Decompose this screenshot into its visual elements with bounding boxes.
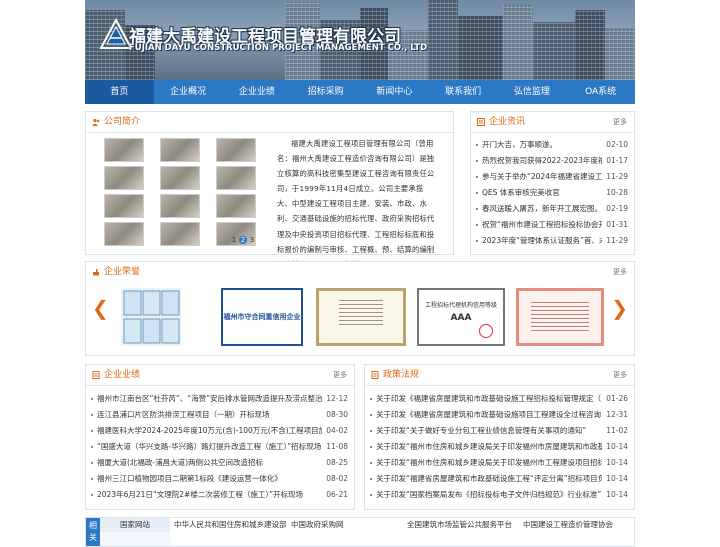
related-links-table: 相关 国家网站 中华人民共和国住房和城乡建设部 中国政府采购网 全国建筑市场监管… [85,517,635,547]
news-icon [477,118,485,126]
list-item[interactable]: 连江县浦口片区防洪排涝工程项目（一期）开标现场 08-30 [86,407,354,423]
certificate-title: 福州市守合同重信用企业 [223,313,301,321]
news-title: 企业资讯 [489,117,526,127]
list-item[interactable]: 关于印发“福州市住房和城乡建设局关于印发福州市工程建设项目招标... 10-14 [365,455,634,471]
law-list: 关于印发《福建省房屋建筑和市政基础设施工程招标投标管理规定（... 01-26 关… [365,391,634,503]
pager-2[interactable]: 2 [239,236,247,244]
list-item[interactable]: QES 体系审核完美收官 10-28 [471,185,634,201]
logo-english-name: FUJIAN DAYU CONSTRUCTION PROJECT MANAGEM… [129,43,428,53]
performance-list: 福州市江南台区“杜芬芮”、“海赞”安后排水管网改造提升及涝点整治工... 12-1… [86,391,354,503]
link-mohurd[interactable]: 中华人民共和国住房和城乡建设部 [174,518,287,532]
list-item[interactable]: 祝贺“福州市建设工程招标投标协会开... 01-31 [471,217,634,233]
list-item[interactable]: 关于印发《福建省房屋建筑和市政基础设施项目工程建设全过程咨询... 12-31 [365,407,634,423]
list-item[interactable]: 热烈祝贺我司获得2022-2023年度福... 01-17 [471,153,634,169]
news-header: 企业资讯 更多 [471,112,634,133]
list-item[interactable]: 春风送暖入屠苏，新年开工展宏图。 02-19 [471,201,634,217]
nav-supervision[interactable]: 弘信监理 [498,80,567,104]
company-news-panel: 企业资讯 更多 开门大吉，万事顺遂。 02-10 热烈祝贺我司获得2022-202… [470,111,635,255]
main-nav: 首页 企业概况 企业业绩 招标采购 新闻中心 联系我们 弘信监理 OA系统 [85,80,635,104]
carousel-prev-arrow[interactable]: ❮ [92,298,109,318]
document-icon [92,371,100,379]
list-item[interactable]: 关于印发“福州市住房和城乡建设局关于印发福州市房屋建筑和市政基... 10-14 [365,439,634,455]
list-item[interactable]: “国盛大道（华兴支路-华兴路）路灯提升改造工程（施工）”招标现场 11-08 [86,439,354,455]
links-category: 国家网站 [100,518,170,532]
gallery-photo[interactable] [216,138,256,162]
gallery-photo[interactable] [160,194,200,218]
law-more-link[interactable]: 更多 [613,365,627,385]
list-item[interactable]: 福建医科大学2024-2025年度10万元(含)-100万元(不含)工程项目施工… [86,423,354,439]
honor-certificate[interactable] [516,288,604,346]
header-banner: 福建大禹建设工程项目管理有限公司 FUJIAN DAYU CONSTRUCTIO… [85,0,635,80]
nav-contact[interactable]: 联系我们 [429,80,498,104]
list-item[interactable]: 关于印发“关于做好专业分包工程业绩信息管理有关事项的通知” 11-02 [365,423,634,439]
carousel-next-arrow[interactable]: ❯ [611,298,628,318]
honor-certificate[interactable]: 工程招标代理机构信用等级 AAA [417,288,505,346]
gallery-photo[interactable] [104,138,144,162]
nav-performance[interactable]: 企业业绩 [223,80,292,104]
list-item[interactable]: 福州三江口植物园项目二期第1标段《建设运营一体化》 08-02 [86,471,354,487]
list-item[interactable]: 关于印发“国家档案局发布《招标投标电子文件归档规范》行业标准” 10-14 [365,487,634,503]
pager-1[interactable]: 1 [230,236,238,244]
gallery-photo[interactable] [104,194,144,218]
list-item[interactable]: 关于印发《福建省房屋建筑和市政基础设施工程招标投标管理规定（... 01-26 [365,391,634,407]
certificate-title: 工程招标代理机构信用等级 [424,302,497,309]
law-header: 政策法规 更多 [365,365,634,386]
honor-certificate[interactable] [121,288,181,346]
list-item[interactable]: 关于印发“福建省房屋建筑和市政基础设施工程“评定分离”招标项目负... 10-14 [365,471,634,487]
gallery-photo[interactable] [216,194,256,218]
nav-about[interactable]: 企业概况 [154,80,223,104]
honor-certificate[interactable] [316,288,406,346]
policy-regulations-panel: 政策法规 更多 关于印发《福建省房屋建筑和市政基础设施工程招标投标管理规定（..… [364,364,635,510]
gallery-photo[interactable] [160,166,200,190]
hand-point-icon [93,269,99,276]
performance-more-link[interactable]: 更多 [333,365,347,385]
news-more-link[interactable]: 更多 [613,112,627,132]
profile-title: 公司简介 [104,117,141,127]
pager-3[interactable]: 3 [248,236,256,244]
profile-intro-text: 福建大禹建设工程项目管理有限公司（曾用名：福州大禹建设工程造价咨询有限公司）是独… [277,139,435,269]
certificate-grade: AAA [450,313,472,323]
honors-title: 企业荣誉 [104,267,141,277]
company-performance-panel: 企业业绩 更多 福州市江南台区“杜芬芮”、“海赞”安后排水管网改造提升及涝点整治… [85,364,355,510]
list-item[interactable]: 福州市江南台区“杜芬芮”、“海赞”安后排水管网改造提升及涝点整治工... 12-1… [86,391,354,407]
gallery-photo[interactable] [104,222,144,246]
law-title: 政策法规 [383,370,420,380]
gallery-pager: 123 [229,236,256,244]
list-item[interactable]: 2023年6月21日“文理院2#楼二次装修工程（施工）”开标现场 06-21 [86,487,354,503]
nav-home[interactable]: 首页 [85,80,154,104]
list-item[interactable]: 开门大吉，万事顺遂。 02-10 [471,137,634,153]
certificate-image [123,290,180,344]
nav-oa[interactable]: OA系统 [566,80,635,104]
links-side-label: 相关 [86,518,100,546]
link-ceca[interactable]: 中国建设工程造价管理协会 [523,518,613,532]
link-ccgp[interactable]: 中国政府采购网 [291,518,344,532]
honors-more-link[interactable]: 更多 [613,262,627,282]
honors-header: 企业荣誉 更多 [86,262,634,282]
people-icon [92,118,100,126]
gallery-photo[interactable] [216,166,256,190]
link-jzsc[interactable]: 全国建筑市场监管公共服务平台 [407,518,512,532]
nav-news[interactable]: 新闻中心 [360,80,429,104]
nav-bidding[interactable]: 招标采购 [291,80,360,104]
gallery-photo[interactable] [104,166,144,190]
news-list: 开门大吉，万事顺遂。 02-10 热烈祝贺我司获得2022-2023年度福... 0… [471,137,634,249]
document-icon [371,371,379,379]
company-honors-panel: 企业荣誉 更多 ❮ ❯ 福州市守合同重信用企业 工程招标代理机构信用等级 AAA [85,261,635,356]
list-item[interactable]: 参与关于举办“2024年福建省建设工... 11-29 [471,169,634,185]
performance-title: 企业业绩 [104,370,141,380]
gallery-photo[interactable] [160,222,200,246]
list-item[interactable]: 2023年度“管理体系认证服务”首、末... 11-29 [471,233,634,249]
gallery-photo[interactable] [160,138,200,162]
honor-certificate[interactable]: 福州市守合同重信用企业 [221,288,303,346]
company-profile-panel: 公司简介 123 福建大禹建设工程项目管理有限公司（曾用名：福州大禹建设工程造价… [85,111,454,269]
company-logo-icon [99,18,133,49]
performance-header: 企业业绩 更多 [86,365,354,386]
profile-header: 公司简介 [86,112,453,133]
list-item[interactable]: 福厦大道(北福政-浦昌大道)两侧公共空间改造招标 08-25 [86,455,354,471]
